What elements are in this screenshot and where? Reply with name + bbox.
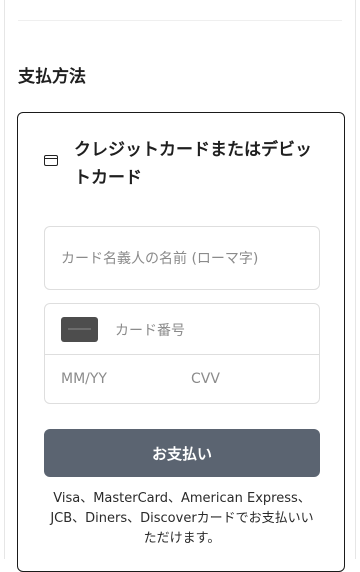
- section-title: 支払方法: [18, 67, 86, 87]
- card-thumbnail-icon: [61, 317, 98, 342]
- cardholder-name-input[interactable]: カード名義人の名前 (ローマ字): [44, 226, 320, 290]
- accepted-cards-note: Visa、MasterCard、American Express、JCB、Din…: [50, 491, 314, 546]
- credit-card-icon: [44, 155, 58, 166]
- payment-method-title: クレジットカードまたはデビットカード: [74, 140, 312, 188]
- pay-button[interactable]: お支払い: [44, 429, 320, 477]
- card-number-placeholder: カード番号: [115, 323, 185, 339]
- cardholder-name-placeholder: カード名義人の名前 (ローマ字): [61, 251, 259, 267]
- expiry-input[interactable]: MM/YY: [61, 371, 107, 387]
- card-details-group: カード番号 MM/YY CVV: [44, 303, 320, 404]
- payment-method-panel[interactable]: クレジットカードまたはデビットカード カード名義人の名前 (ローマ字) カード番…: [17, 112, 345, 572]
- card-number-input[interactable]: カード番号: [45, 304, 319, 355]
- cvv-input[interactable]: CVV: [191, 371, 220, 387]
- expiry-cvv-row: MM/YY CVV: [45, 355, 319, 405]
- top-divider: [18, 20, 342, 21]
